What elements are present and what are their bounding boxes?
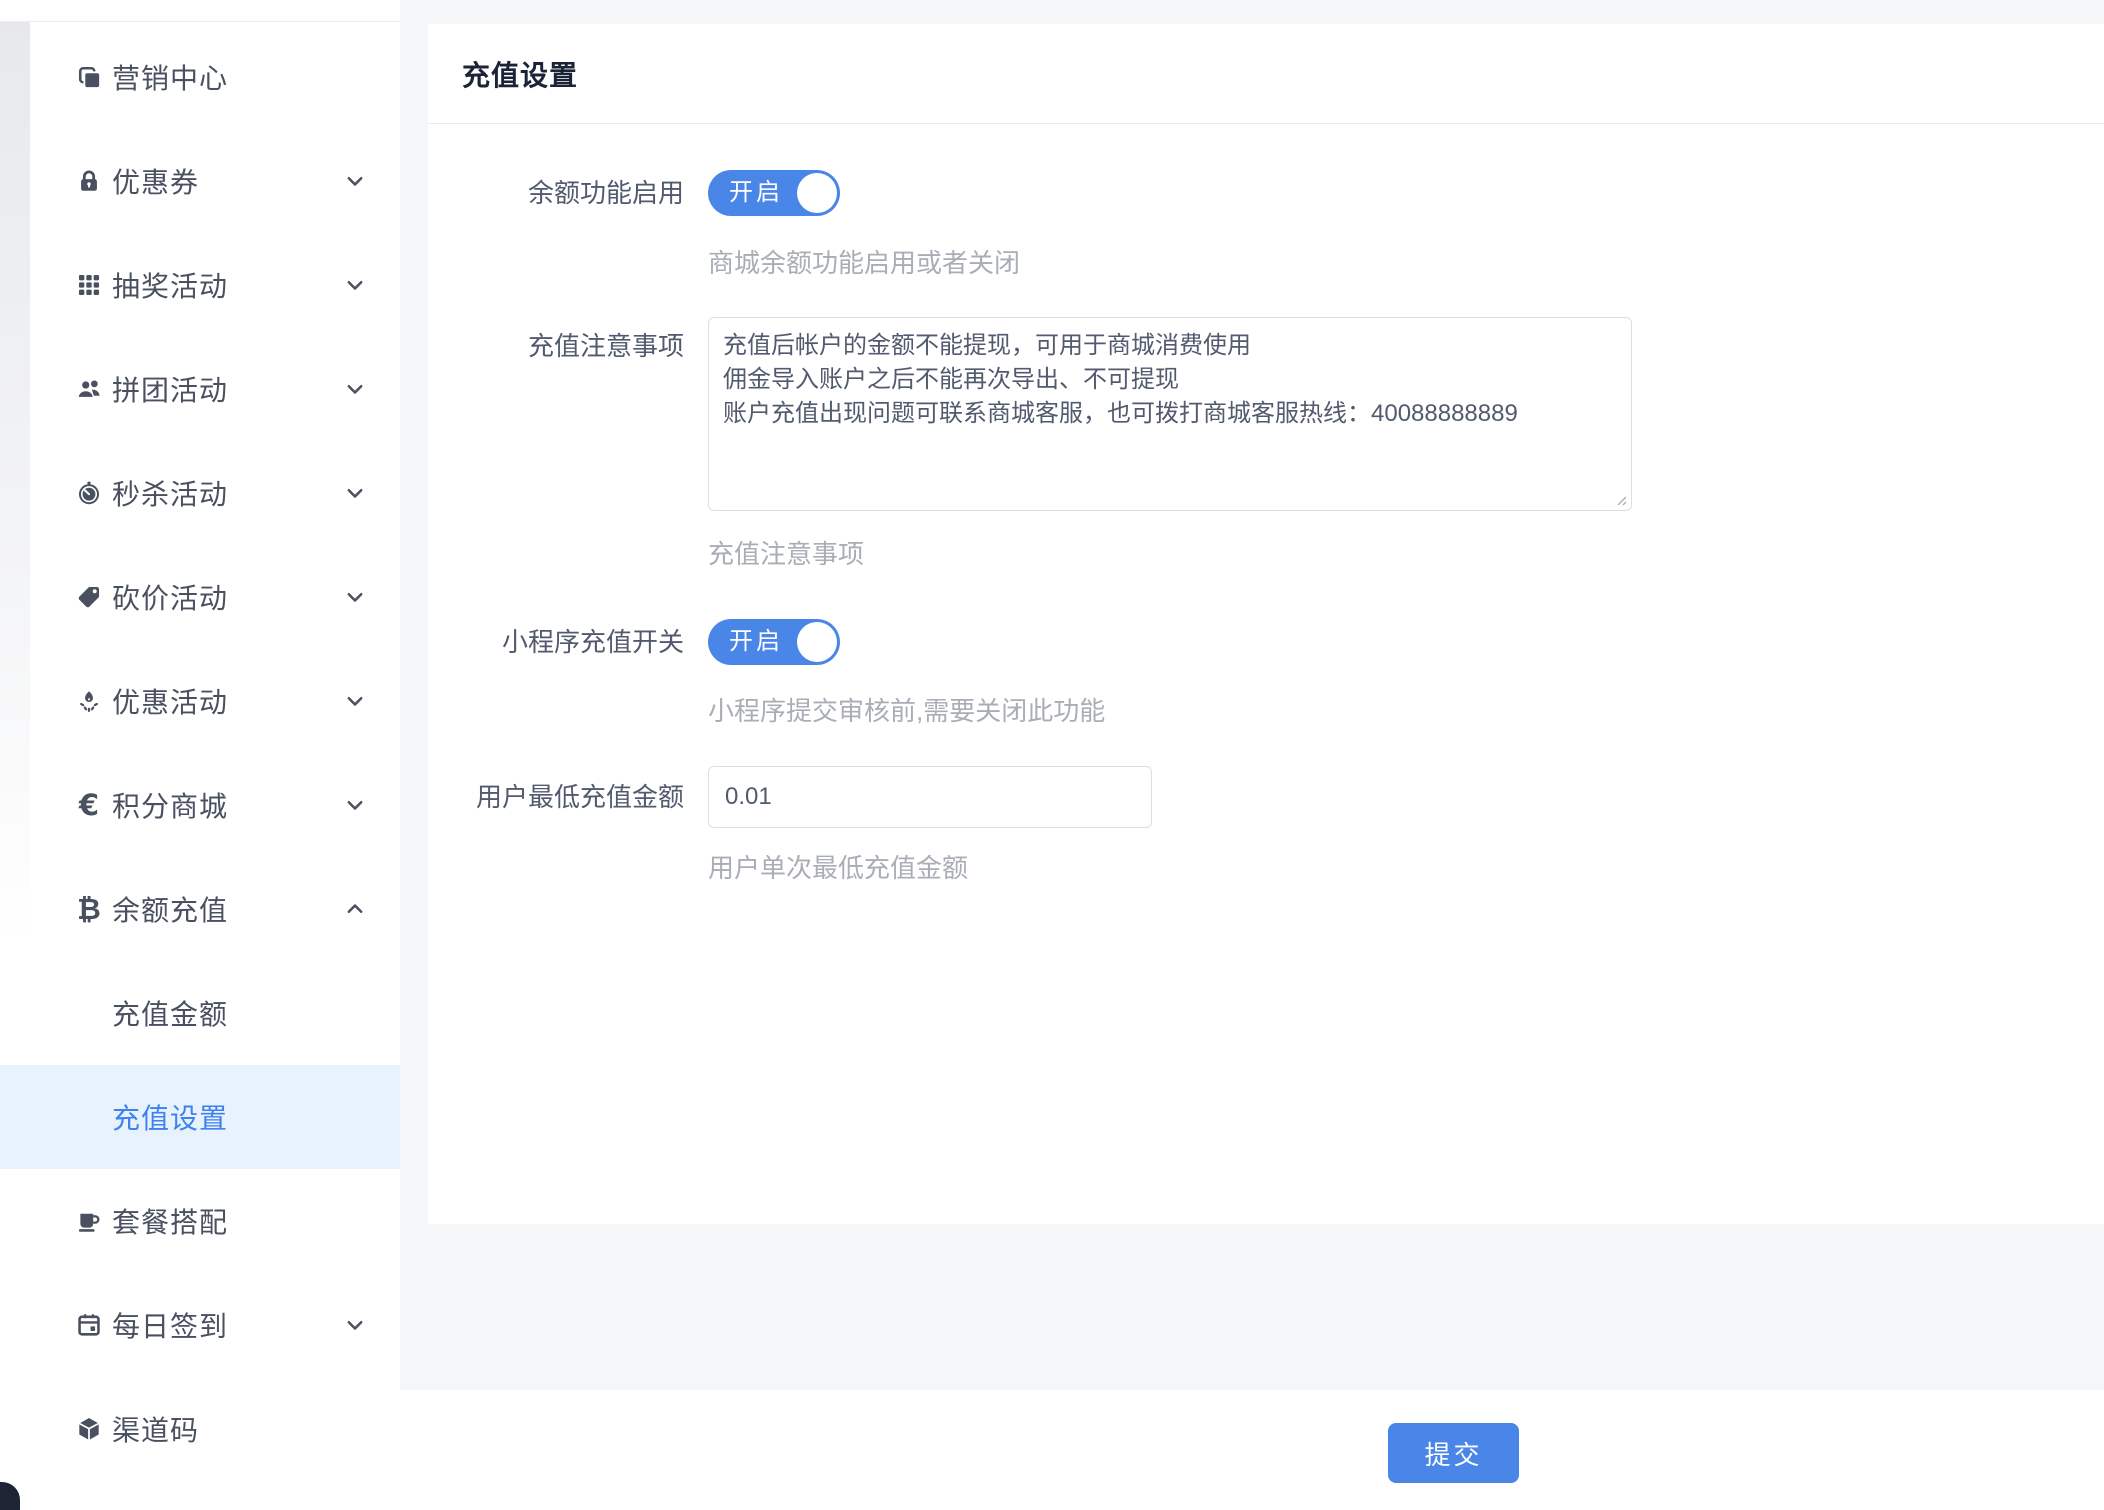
mini-program-toggle[interactable]: 开启 (708, 619, 840, 665)
sidebar-item-label: 秒杀活动 (112, 473, 228, 513)
form-row-min-amount: 用户最低充值金额 用户单次最低充值金额 (428, 766, 2104, 886)
sidebar-item-group-buy[interactable]: 拼团活动 (0, 337, 400, 441)
mug-icon (74, 1206, 104, 1236)
sidebar-item-promo[interactable]: 优惠活动 (0, 649, 400, 753)
form-row-balance-enable: 余额功能启用 开启 商城余额功能启用或者关闭 (428, 170, 2104, 281)
sidebar-item-marketing-center[interactable]: 营销中心 (0, 25, 400, 129)
chevron-down-icon (344, 794, 366, 816)
chevron-down-icon (344, 690, 366, 712)
firework-icon (74, 686, 104, 716)
tag-icon (74, 582, 104, 612)
card-header: 充值设置 (428, 24, 2104, 124)
sidebar: 营销中心 优惠券 (0, 0, 400, 1510)
chevron-down-icon (344, 170, 366, 192)
min-amount-input[interactable] (708, 766, 1152, 828)
stopwatch-icon (74, 478, 104, 508)
grid-icon (74, 270, 104, 300)
notice-helper: 充值注意事项 (708, 536, 1632, 572)
chevron-down-icon (344, 378, 366, 400)
lock-icon (74, 166, 104, 196)
submit-button[interactable]: 提交 (1388, 1423, 1519, 1483)
sidebar-menu: 营销中心 优惠券 (0, 22, 400, 1481)
mini-program-label: 小程序充值开关 (428, 619, 684, 729)
chevron-down-icon (344, 482, 366, 504)
sidebar-item-label: 拼团活动 (112, 369, 228, 409)
sidebar-item-label: 砍价活动 (112, 577, 228, 617)
balance-enable-toggle[interactable]: 开启 (708, 170, 840, 216)
sidebar-subitem-recharge-settings[interactable]: 充值设置 (0, 1065, 400, 1169)
sidebar-item-label: 优惠券 (112, 161, 199, 201)
sidebar-item-label: 余额充值 (112, 889, 228, 929)
toggle-knob (797, 173, 837, 213)
sidebar-item-label: 抽奖活动 (112, 265, 228, 305)
bottom-left-widget-corner (0, 1482, 20, 1510)
main-content: 充值设置 余额功能启用 开启 商城余额功能启用或者关闭 充 (400, 0, 2104, 1510)
calendar-icon (74, 1310, 104, 1340)
min-amount-label: 用户最低充值金额 (428, 766, 684, 886)
toggle-on-label: 开启 (729, 619, 783, 664)
sidebar-item-label: 充值金额 (112, 993, 228, 1033)
sidebar-item-lottery[interactable]: 抽奖活动 (0, 233, 400, 337)
chevron-down-icon (344, 1314, 366, 1336)
sidebar-item-balance-recharge[interactable]: ₿ 余额充值 (0, 857, 400, 961)
sidebar-item-package-combo[interactable]: 套餐搭配 (0, 1169, 400, 1273)
sidebar-item-daily-checkin[interactable]: 每日签到 (0, 1273, 400, 1377)
chevron-down-icon (344, 586, 366, 608)
euro-icon: € (74, 790, 104, 820)
sidebar-item-coupon[interactable]: 优惠券 (0, 129, 400, 233)
sidebar-item-label: 每日签到 (112, 1305, 228, 1345)
notice-textarea[interactable]: 充值后帐户的金额不能提现，可用于商城消费使用 佣金导入账户之后不能再次导出、不可… (708, 317, 1632, 511)
sidebar-item-flash-sale[interactable]: 秒杀活动 (0, 441, 400, 545)
sidebar-subitem-recharge-amount[interactable]: 充值金额 (0, 961, 400, 1065)
balance-enable-helper: 商城余额功能启用或者关闭 (708, 245, 1020, 281)
sidebar-top-strip (0, 0, 400, 22)
copy-icon (74, 62, 104, 92)
page-title: 充值设置 (462, 54, 578, 94)
min-amount-helper: 用户单次最低充值金额 (708, 850, 1152, 886)
bitcoin-icon: ₿ (74, 894, 104, 924)
sidebar-item-label: 积分商城 (112, 785, 228, 825)
sidebar-item-label: 充值设置 (112, 1097, 228, 1137)
balance-enable-label: 余额功能启用 (428, 170, 684, 281)
sidebar-item-bargain[interactable]: 砍价活动 (0, 545, 400, 649)
sidebar-item-channel-code[interactable]: 渠道码 (0, 1377, 400, 1481)
sidebar-item-label: 套餐搭配 (112, 1201, 228, 1241)
sidebar-item-label: 优惠活动 (112, 681, 228, 721)
toggle-knob (797, 622, 837, 662)
toggle-on-label: 开启 (729, 170, 783, 215)
users-icon (74, 374, 104, 404)
settings-card: 充值设置 余额功能启用 开启 商城余额功能启用或者关闭 充 (428, 24, 2104, 1224)
notice-label: 充值注意事项 (428, 317, 684, 572)
mini-program-helper: 小程序提交审核前,需要关闭此功能 (708, 693, 1105, 729)
sidebar-item-label: 渠道码 (112, 1409, 199, 1449)
sidebar-item-label: 营销中心 (112, 57, 228, 97)
sidebar-item-points-mall[interactable]: € 积分商城 (0, 753, 400, 857)
footer-bar: 提交 (400, 1390, 2104, 1510)
app-root: 营销中心 优惠券 (0, 0, 2104, 1510)
chevron-up-icon (344, 898, 366, 920)
chevron-down-icon (344, 274, 366, 296)
recharge-settings-form: 余额功能启用 开启 商城余额功能启用或者关闭 充值注意事项 充值后帐户 (428, 124, 2104, 886)
cube-icon (74, 1414, 104, 1444)
form-row-notice: 充值注意事项 充值后帐户的金额不能提现，可用于商城消费使用 佣金导入账户之后不能… (428, 317, 2104, 572)
form-row-mini-program: 小程序充值开关 开启 小程序提交审核前,需要关闭此功能 (428, 619, 2104, 729)
